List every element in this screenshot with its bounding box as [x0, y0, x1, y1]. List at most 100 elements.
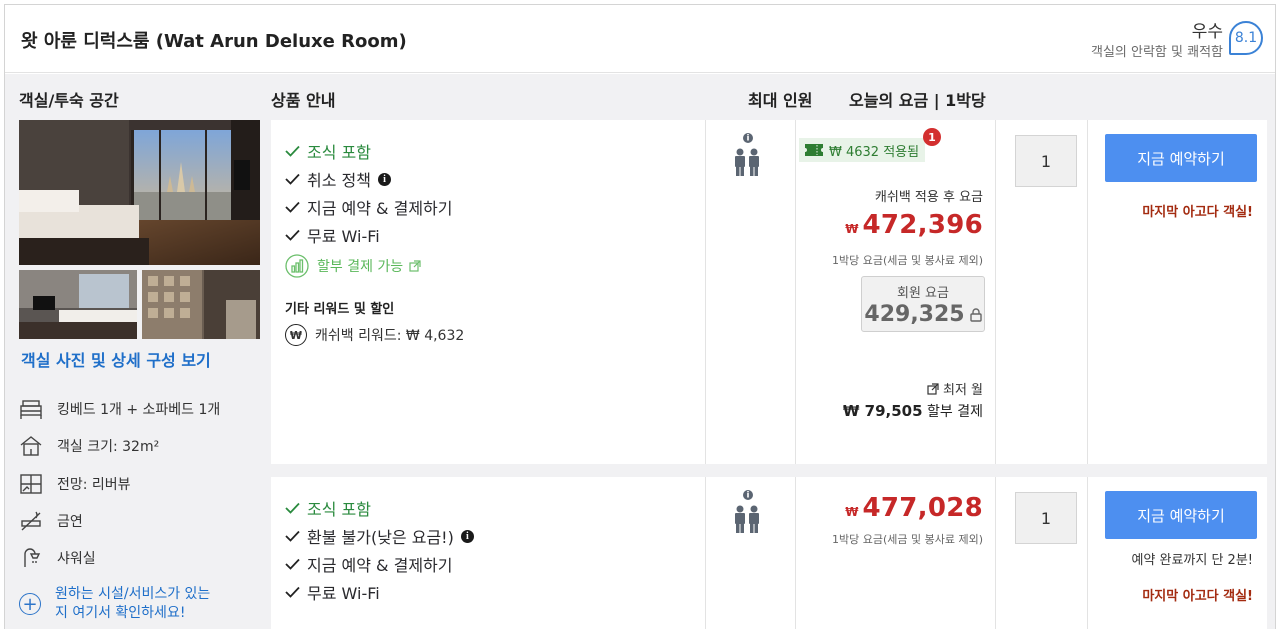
bed-icon: [19, 397, 43, 421]
currency-symbol: ₩: [845, 222, 859, 236]
member-price: 429,325: [862, 302, 984, 327]
info-icon[interactable]: i: [377, 172, 391, 186]
offer-row-1: 조식 포함 취소 정책 i 지금 예약 & 결제하기 무료 Wi-Fi 할부 결…: [271, 120, 1267, 464]
room-quantity-select[interactable]: 1: [1015, 492, 1077, 544]
room-photo-main[interactable]: [19, 120, 260, 265]
amenity-shower: 샤워실: [19, 545, 96, 571]
feature-label: 취소 정책: [307, 171, 371, 190]
rating-word: 우수: [1191, 22, 1223, 42]
last-room-notice: 마지막 아고다 객실!: [1142, 589, 1253, 604]
price-amount: 472,396: [862, 210, 983, 240]
amenity-label: 객실 크기: 32m²: [57, 439, 160, 455]
column-header-room: 객실/투숙 공간: [19, 91, 119, 110]
booking-urgency-note: 예약 완료까지 단 2분!: [1131, 553, 1253, 568]
amenity-view: 전망: 리버뷰: [19, 471, 131, 497]
check-icon: [285, 229, 305, 241]
feature-label: 지금 예약 & 결제하기: [307, 199, 453, 218]
member-price-box[interactable]: 회원 요금 429,325: [861, 276, 985, 332]
feature-pay-now: 지금 예약 & 결제하기: [285, 195, 453, 219]
shower-icon: [19, 546, 43, 570]
amenities-help-text[interactable]: 원하는 시설/서비스가 있는 지 여기서 확인하세요!: [55, 585, 255, 623]
room-quantity-select[interactable]: 1: [1015, 135, 1077, 187]
amenity-smoking: 금연: [19, 508, 83, 534]
member-price-label: 회원 요금: [897, 286, 949, 301]
price-per-night: ₩ 472,396: [845, 210, 983, 240]
feature-label: 무료 Wi-Fi: [307, 584, 380, 603]
feature-label: 환불 불가(낮은 요금!): [307, 528, 454, 547]
external-link-icon[interactable]: [409, 260, 421, 272]
ticket-icon: [805, 144, 823, 156]
rating-subtitle: 객실의 안락함 및 쾌적함: [1091, 45, 1223, 60]
room-photo-thumb-2[interactable]: [142, 270, 260, 339]
check-icon: [285, 145, 305, 157]
per-night-note: 1박당 요금(세금 및 봉사료 제외): [831, 254, 983, 267]
book-now-button[interactable]: 지금 예약하기: [1105, 134, 1257, 182]
installment-available[interactable]: 할부 결제 가능: [285, 254, 421, 278]
feature-breakfast: 조식 포함: [285, 139, 371, 163]
review-score-badge: 8.1: [1229, 21, 1263, 55]
feature-label: 무료 Wi-Fi: [307, 227, 380, 246]
room-header: 왓 아룬 디럭스룸 (Wat Arun Deluxe Room) 우수 객실의 …: [5, 5, 1275, 73]
external-link-icon[interactable]: [927, 382, 939, 395]
chart-icon: [285, 254, 309, 278]
feature-pay-now: 지금 예약 & 결제하기: [285, 552, 453, 576]
amenity-label: 금연: [57, 514, 83, 530]
offer-row-2: 조식 포함 환불 불가(낮은 요금!) i 지금 예약 & 결제하기 무료 Wi…: [271, 477, 1267, 629]
amenities-help-link[interactable]: + 원하는 시설/서비스가 있는 지 여기서 확인하세요!: [19, 585, 255, 623]
window-icon: [19, 472, 43, 496]
no-smoking-icon: [19, 509, 43, 533]
room-photos-link[interactable]: 객실 사진 및 상세 구성 보기: [21, 347, 211, 371]
lowest-monthly[interactable]: 최저 월: [927, 379, 983, 398]
price-amount: 477,028: [862, 493, 983, 523]
installment-label[interactable]: 할부 결제 가능: [317, 256, 403, 276]
column-header-occupancy: 최대 인원: [748, 91, 813, 110]
installment-amount: ₩ 79,505 할부 결제: [843, 401, 983, 421]
plus-icon[interactable]: +: [19, 593, 41, 615]
feature-non-refundable: 환불 불가(낮은 요금!) i: [285, 524, 474, 548]
feature-label: 조식 포함: [307, 500, 371, 519]
check-icon: [285, 502, 305, 514]
price-after-cashback-label: 캐쉬백 적용 후 요금: [874, 190, 983, 205]
feature-label: 조식 포함: [307, 143, 371, 162]
amenity-room-size: 객실 크기: 32m²: [19, 433, 159, 459]
price-per-night: ₩ 477,028: [845, 493, 983, 523]
book-now-button[interactable]: 지금 예약하기: [1105, 491, 1257, 539]
room-title: 왓 아룬 디럭스룸 (Wat Arun Deluxe Room): [21, 31, 407, 52]
check-icon: [285, 201, 305, 213]
house-icon: [19, 434, 43, 458]
room-card: 왓 아룬 디럭스룸 (Wat Arun Deluxe Room) 우수 객실의 …: [4, 4, 1276, 629]
column-header-product: 상품 안내: [271, 91, 336, 110]
lock-icon: [969, 307, 982, 322]
occupancy-2-adults[interactable]: [731, 489, 761, 541]
check-icon: [285, 558, 305, 570]
feature-wifi: 무료 Wi-Fi: [285, 223, 380, 247]
lowest-monthly-label: 최저 월: [942, 383, 983, 398]
occupancy-2-adults[interactable]: [731, 132, 761, 184]
currency-symbol: ₩: [845, 505, 859, 519]
check-icon: [285, 586, 305, 598]
cashback-applied-label: ₩ 4632 적용됨: [829, 144, 920, 160]
last-room-notice: 마지막 아고다 객실!: [1142, 205, 1253, 220]
room-photo-thumb-1[interactable]: [19, 270, 137, 339]
feature-wifi: 무료 Wi-Fi: [285, 580, 380, 604]
per-night-note: 1박당 요금(세금 및 봉사료 제외): [831, 533, 983, 546]
other-rewards-title: 기타 리워드 및 할인: [285, 302, 395, 317]
column-header-price: 오늘의 요금 | 1박당: [849, 91, 986, 110]
cashback-reward-label: 캐쉬백 리워드: ₩ 4,632: [315, 328, 465, 344]
member-price-amount: 429,325: [864, 302, 965, 327]
cashback-applied-badge: ₩ 4632 적용됨: [799, 138, 926, 162]
amenity-label: 전망: 리버뷰: [57, 477, 131, 493]
check-icon: [285, 530, 305, 542]
feature-breakfast: 조식 포함: [285, 496, 371, 520]
info-icon[interactable]: i: [460, 529, 474, 543]
feature-label: 지금 예약 & 결제하기: [307, 556, 453, 575]
installment-amount-value: ₩ 79,505: [842, 402, 923, 420]
feature-cancellation: 취소 정책 i: [285, 167, 391, 191]
amenity-label: 샤워실: [57, 551, 96, 567]
coin-icon: ₩: [285, 324, 307, 346]
cashback-reward: ₩ 캐쉬백 리워드: ₩ 4,632: [285, 324, 464, 346]
notification-count-badge: 1: [923, 128, 941, 146]
installment-suffix: 할부 결제: [927, 404, 983, 420]
check-icon: [285, 173, 305, 185]
person-icon: [735, 148, 759, 176]
